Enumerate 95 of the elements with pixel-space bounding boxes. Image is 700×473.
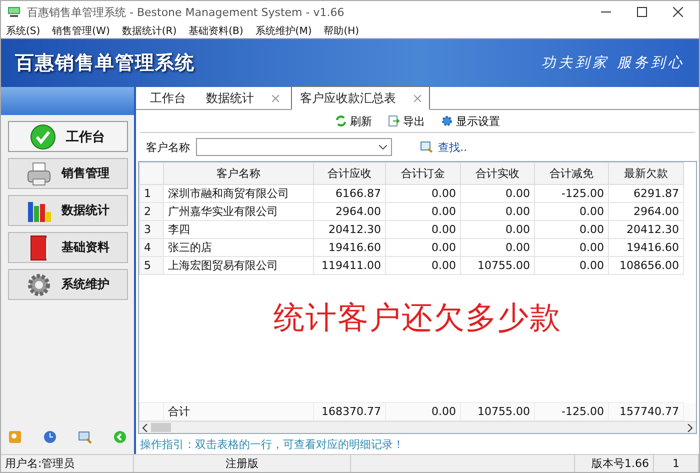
column-header[interactable]: 合计应收 — [314, 162, 386, 184]
table-cell: 0.00 — [386, 238, 460, 256]
table-cell: 张三的店 — [164, 238, 314, 256]
checkmark-icon — [30, 124, 56, 150]
gear-icon — [441, 115, 453, 127]
table-cell: 0.00 — [460, 184, 534, 202]
gear-icon — [26, 272, 52, 298]
printer-icon — [26, 160, 52, 186]
customer-dropdown[interactable] — [196, 138, 392, 156]
menu-item[interactable]: 基础资料(B) — [188, 24, 244, 38]
table-cell: -125.00 — [534, 184, 608, 202]
annotation-text: 统计客户还欠多少款 — [272, 299, 562, 338]
table-cell: 6166.87 — [314, 184, 386, 202]
search-icon[interactable] — [78, 430, 92, 444]
tab[interactable]: 数据统计 — [198, 87, 287, 109]
table-cell: 108656.00 — [608, 256, 684, 274]
table-cell: 深圳市融和商贸有限公司 — [164, 184, 314, 202]
table-cell: 19416.60 — [314, 238, 386, 256]
table-cell: 20412.30 — [608, 220, 684, 238]
column-header — [140, 162, 164, 184]
table-cell: 0.00 — [534, 256, 608, 274]
column-header[interactable]: 合计减免 — [534, 162, 608, 184]
table-cell: 19416.60 — [608, 238, 684, 256]
column-header[interactable]: 客户名称 — [164, 162, 314, 184]
table-cell: 0.00 — [460, 202, 534, 220]
row-number: 4 — [140, 238, 164, 256]
table-cell: 上海宏图贸易有限公司 — [164, 256, 314, 274]
toolbar-button[interactable]: 显示设置 — [439, 112, 502, 130]
close-icon[interactable] — [673, 7, 683, 17]
refresh-icon — [335, 115, 347, 127]
table-cell: 0.00 — [386, 184, 460, 202]
column-header[interactable]: 合计订金 — [386, 162, 460, 184]
horizontal-scrollbar[interactable] — [139, 421, 696, 433]
sidebar-item[interactable]: 工作台 — [8, 121, 128, 152]
total-cell: 168370.77 — [314, 402, 386, 420]
table-cell: 6291.87 — [608, 184, 684, 202]
table-cell: 20412.30 — [314, 220, 386, 238]
table-cell: 广州嘉华实业有限公司 — [164, 202, 314, 220]
slogan: 功夫到家 服务到心 — [542, 54, 685, 72]
scroll-left-icon[interactable] — [142, 424, 148, 432]
clock-icon[interactable] — [43, 430, 57, 444]
search-icon — [420, 141, 433, 153]
table-cell: 2964.00 — [314, 202, 386, 220]
table-cell: 李四 — [164, 220, 314, 238]
menu-item[interactable]: 系统(S) — [6, 24, 40, 38]
table-cell: 0.00 — [460, 220, 534, 238]
total-cell: 157740.77 — [608, 402, 684, 420]
column-header[interactable]: 最新欠款 — [608, 162, 684, 184]
chevron-down-icon — [379, 144, 387, 150]
export-icon — [388, 115, 400, 127]
status-text: 用户名:管理员 — [1, 455, 134, 472]
row-number: 5 — [140, 256, 164, 274]
status-text: 注册版 — [134, 455, 351, 472]
status-text: 版本号1.66 — [574, 455, 654, 472]
table-cell: 10755.00 — [460, 256, 534, 274]
toolbar-button[interactable]: 刷新 — [333, 112, 374, 130]
total-cell: -125.00 — [534, 402, 608, 420]
tab[interactable]: 客户应收款汇总表 — [291, 86, 430, 110]
maximize-icon[interactable] — [637, 7, 647, 17]
total-cell: 10755.00 — [460, 402, 534, 420]
field-label: 客户名称 — [146, 140, 190, 154]
find-link[interactable]: 查找.. — [414, 138, 473, 156]
table-cell: 0.00 — [534, 238, 608, 256]
sidebar-item[interactable]: 销售管理 — [8, 158, 128, 189]
sidebar-item[interactable]: 系统维护 — [8, 269, 128, 300]
table-cell: 0.00 — [534, 202, 608, 220]
back-icon[interactable] — [113, 430, 127, 444]
status-text: 1 — [654, 455, 699, 472]
table-cell: 119411.00 — [314, 256, 386, 274]
sidebar-item[interactable]: 数据统计 — [8, 195, 128, 226]
table-cell: 0.00 — [460, 238, 534, 256]
table-cell: 2964.00 — [608, 202, 684, 220]
row-number: 3 — [140, 220, 164, 238]
menu-item[interactable]: 帮助(H) — [324, 24, 360, 38]
table-cell: 0.00 — [386, 220, 460, 238]
computer-icon — [7, 6, 21, 18]
toolbar-button[interactable]: 导出 — [386, 112, 427, 130]
tab[interactable]: 工作台 — [142, 87, 194, 109]
table-cell: 0.00 — [534, 220, 608, 238]
scroll-thumb[interactable] — [151, 423, 171, 432]
menu-item[interactable]: 数据统计(R) — [122, 24, 177, 38]
app-title: 百惠销售单管理系统 — [15, 51, 195, 76]
row-number: 2 — [140, 202, 164, 220]
total-cell: 合计 — [164, 402, 314, 420]
sidebar-item[interactable]: 基础资料 — [8, 232, 128, 263]
hint-text: 操作指引：双击表格的一行，可查看对应的明细记录！ — [139, 436, 405, 452]
total-cell: 0.00 — [386, 402, 460, 420]
table-cell: 0.00 — [386, 202, 460, 220]
row-number: 1 — [140, 184, 164, 202]
scroll-right-icon[interactable] — [687, 424, 693, 432]
menu-item[interactable]: 系统维护(M) — [255, 24, 312, 38]
menu-item[interactable]: 销售管理(W) — [52, 24, 110, 38]
column-header[interactable]: 合计实收 — [460, 162, 534, 184]
window-title: 百惠销售单管理系统 - Bestone Management System - v1.66 — [27, 4, 344, 20]
table-cell: 0.00 — [386, 256, 460, 274]
